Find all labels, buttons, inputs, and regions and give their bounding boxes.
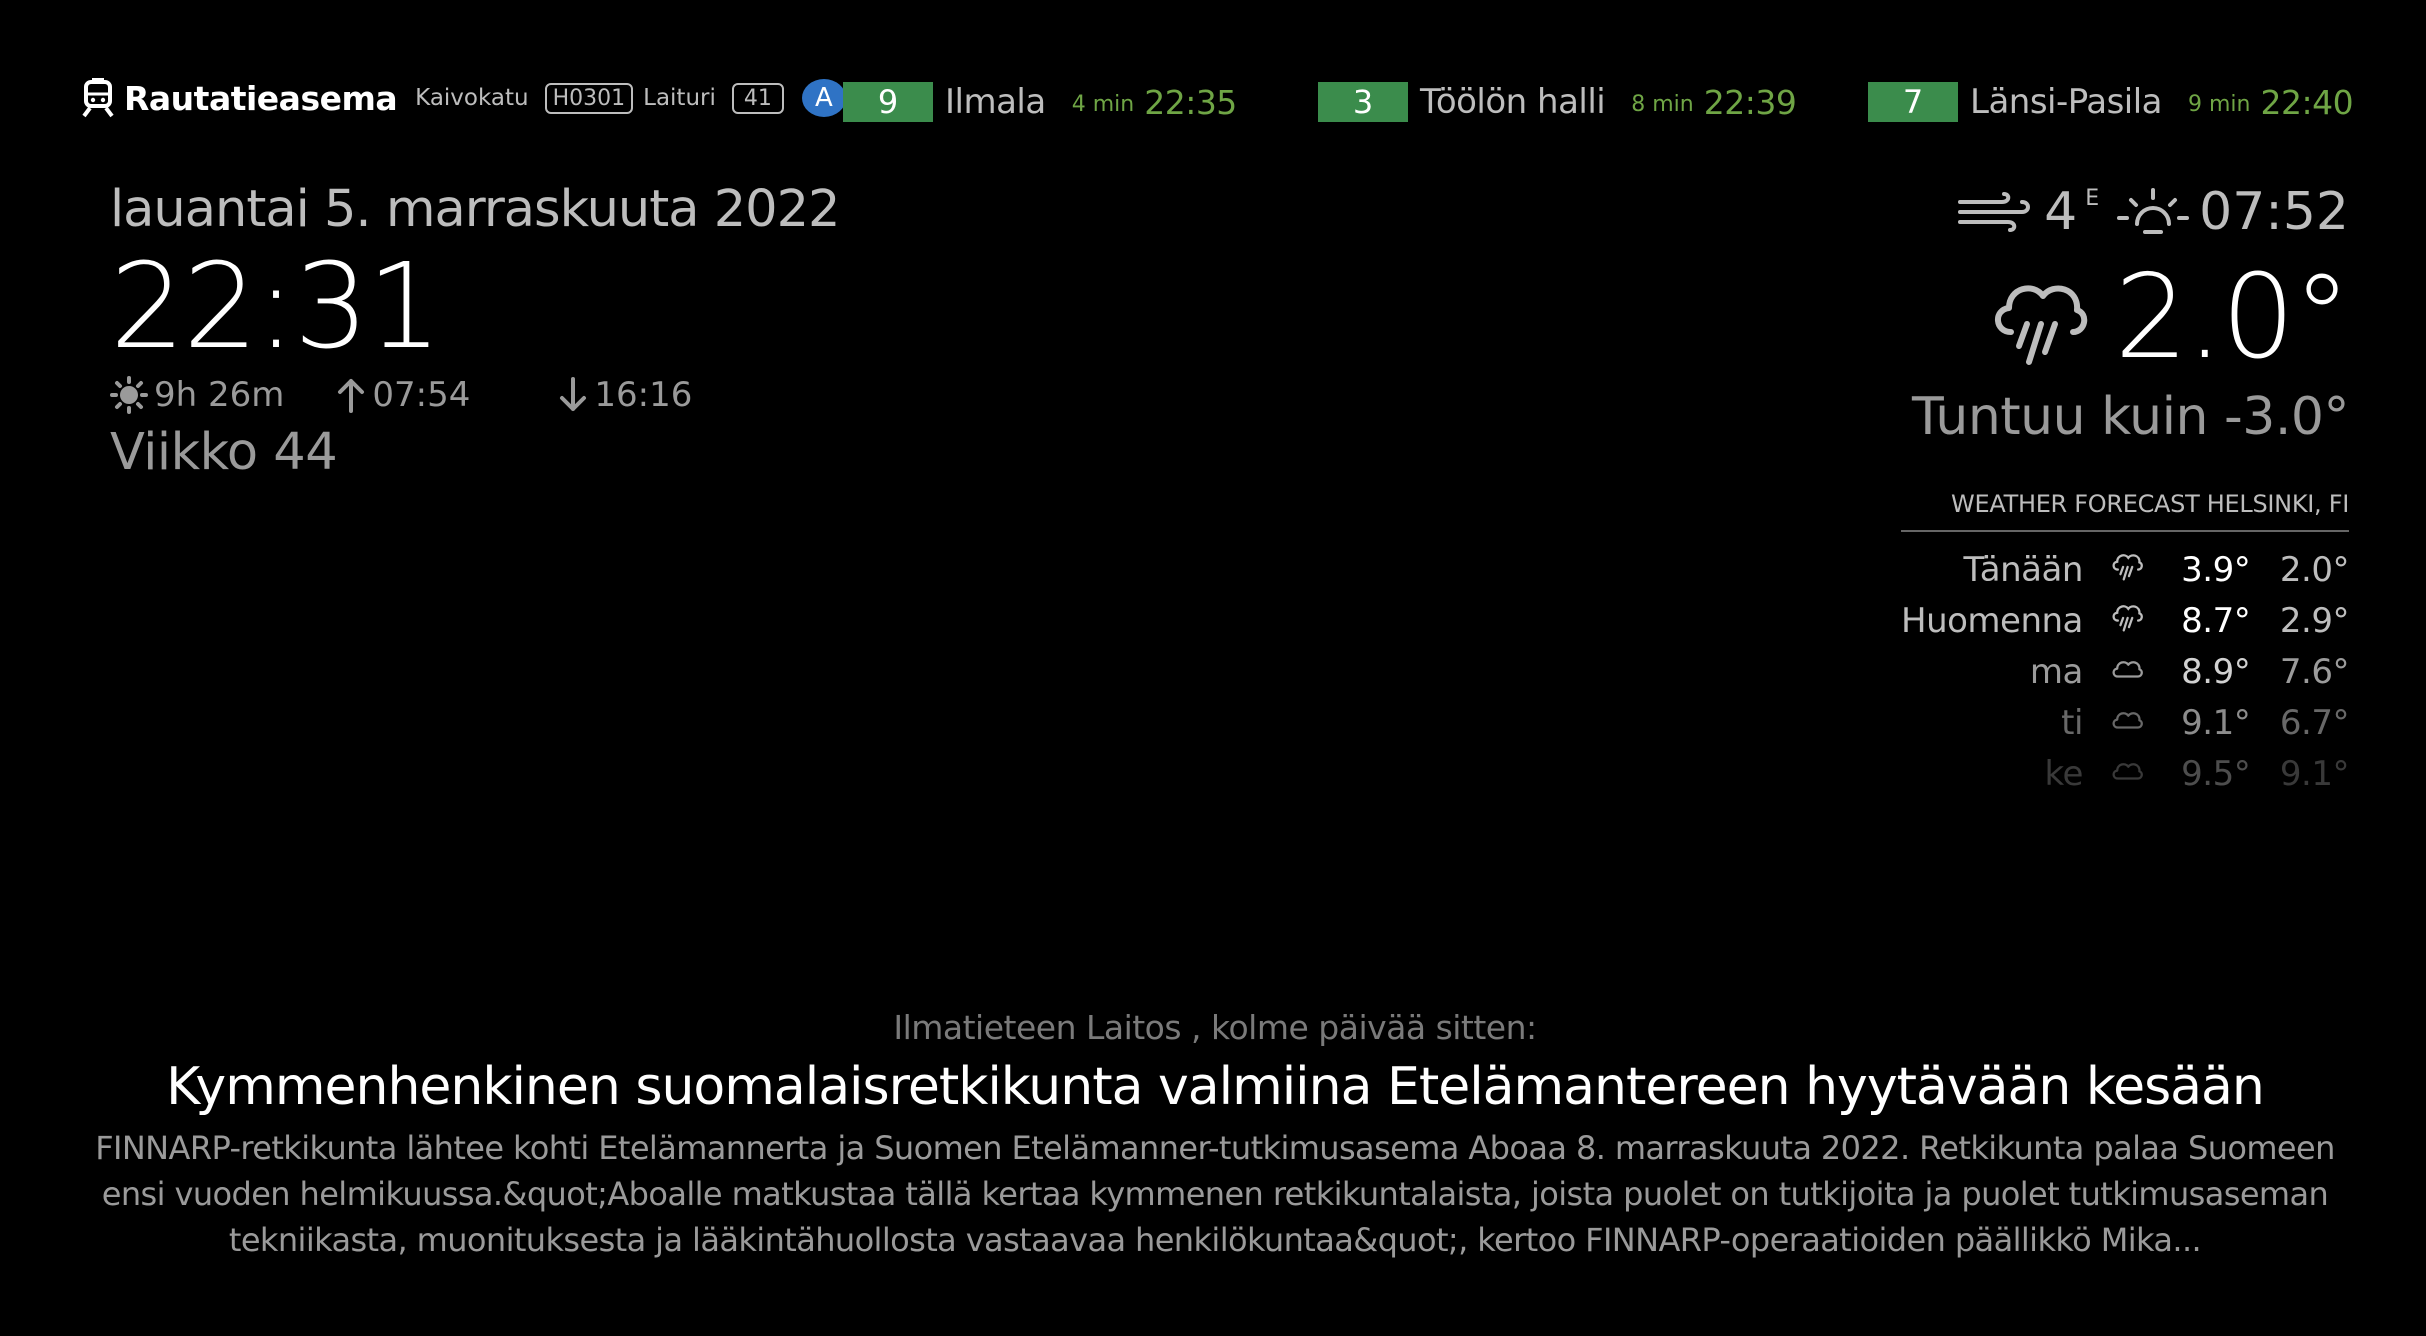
platform-code-badge: 41	[731, 82, 784, 114]
forecast-max: 3.9°	[2181, 549, 2251, 590]
route-badge: 7	[1868, 82, 1958, 122]
transit-bar: Rautatieasema Kaivokatu H0301 Laituri 41…	[80, 74, 2354, 134]
forecast-day: ma	[2029, 651, 2083, 692]
departure-destination: Töölön halli	[1420, 82, 1606, 122]
forecast-table: Tänään 3.9° 2.0° Huomenna 8.7° 2.9° ma 8…	[1901, 544, 2349, 799]
stop-code-badge: H0301	[544, 82, 634, 114]
zone-badge: A	[801, 79, 846, 117]
rain-cloud-icon	[2112, 605, 2143, 632]
cloud-icon	[2112, 762, 2143, 780]
wind-speed: 4	[2044, 182, 2078, 242]
rain-cloud-icon	[1994, 284, 2087, 365]
forecast-min: 2.9°	[2279, 600, 2350, 641]
sun-event-time: 07:52	[2199, 182, 2349, 242]
forecast-min: 9.1°	[2279, 753, 2350, 794]
sun-info: 9h 26m 07:54 16:16	[110, 375, 910, 415]
station-name: Rautatieasema	[124, 78, 398, 118]
forecast-row: ke 9.5° 9.1°	[1901, 748, 2349, 799]
news-feed: Ilmatieteen Laitos , kolme päivää sitten…	[80, 1008, 2350, 1263]
arrow-up-icon	[338, 379, 365, 413]
forecast-row: Tänään 3.9° 2.0°	[1901, 544, 2349, 595]
route-badge: 9	[843, 82, 933, 122]
platform-label: Laituri	[643, 85, 716, 111]
stop-label: Kaivokatu	[415, 85, 529, 111]
daylight-duration: 9h 26m	[154, 375, 285, 415]
forecast-day: Tänään	[1963, 549, 2083, 590]
forecast-day: ti	[2061, 702, 2083, 743]
departure-minutes: 9 min	[2188, 91, 2251, 117]
news-headline: Kymmenhenkinen suomalaisretkikunta valmi…	[166, 1057, 2265, 1117]
weather-forecast: WEATHER FORECAST HELSINKI, FI Tänään 3.9…	[1901, 490, 2349, 799]
temperature-row: 2.0°	[1849, 250, 2351, 385]
news-source: Ilmatieteen Laitos , kolme päivää sitten…	[893, 1008, 1537, 1047]
departure-item: 3 Töölön halli 8 min 22:39	[1318, 82, 1797, 122]
clock-panel: lauantai 5. marraskuuta 2022 22:31 9h 26…	[110, 180, 910, 482]
forecast-header: WEATHER FORECAST HELSINKI, FI	[1901, 490, 2349, 532]
current-time: 22:31	[110, 237, 442, 375]
departure-time: 22:39	[1703, 82, 1797, 122]
forecast-max: 8.7°	[2181, 600, 2251, 641]
route-badge: 3	[1318, 82, 1408, 122]
forecast-min: 2.0°	[2279, 549, 2350, 590]
wind-direction: E	[2085, 186, 2100, 211]
current-date: lauantai 5. marraskuuta 2022	[110, 180, 840, 239]
feels-like: Tuntuu kuin -3.0°	[1912, 387, 2349, 447]
forecast-day: Huomenna	[1901, 600, 2083, 641]
forecast-min: 6.7°	[2279, 702, 2350, 743]
sunrise-icon	[2117, 188, 2190, 234]
departure-item: 9 Ilmala 4 min 22:35	[843, 82, 1237, 122]
forecast-max: 9.5°	[2181, 753, 2251, 794]
wind-and-sun-row: 4 E 07:52	[1849, 182, 2349, 242]
forecast-row: Huomenna 8.7° 2.9°	[1901, 595, 2349, 646]
rain-cloud-icon	[2112, 554, 2143, 581]
departure-time: 22:40	[2260, 82, 2354, 122]
sun-icon	[110, 376, 148, 414]
departure-minutes: 8 min	[1631, 91, 1694, 117]
news-description: FINNARP-retkikunta lähtee kohti Eteläman…	[95, 1129, 2335, 1259]
wind-icon	[1958, 192, 2031, 232]
sunset-time: 16:16	[594, 375, 693, 415]
station-info: Rautatieasema Kaivokatu H0301 Laituri 41…	[80, 78, 846, 118]
departure-time: 22:35	[1144, 82, 1237, 122]
forecast-min: 7.6°	[2279, 651, 2350, 692]
departure-destination: Ilmala	[945, 82, 1046, 122]
sunrise-time: 07:54	[372, 375, 471, 415]
cloud-icon	[2112, 711, 2143, 729]
arrow-down-icon	[560, 377, 587, 411]
forecast-row: ti 9.1° 6.7°	[1901, 697, 2349, 748]
current-temperature: 2.0°	[2114, 250, 2351, 385]
current-weather: 4 E 07:52 2.0° Tuntuu kuin -3.0°	[1849, 182, 2351, 447]
forecast-max: 8.9°	[2181, 651, 2251, 692]
departure-item: 7 Länsi-Pasila 9 min 22:40	[1868, 82, 2354, 122]
train-icon	[82, 78, 114, 118]
forecast-day: ke	[2044, 753, 2083, 794]
departure-minutes: 4 min	[1071, 91, 1135, 117]
cloud-icon	[2112, 660, 2143, 678]
week-number: Viikko 44	[110, 423, 338, 482]
departure-destination: Länsi-Pasila	[1970, 82, 2163, 122]
forecast-max: 9.1°	[2181, 702, 2251, 743]
forecast-row: ma 8.9° 7.6°	[1901, 646, 2350, 697]
